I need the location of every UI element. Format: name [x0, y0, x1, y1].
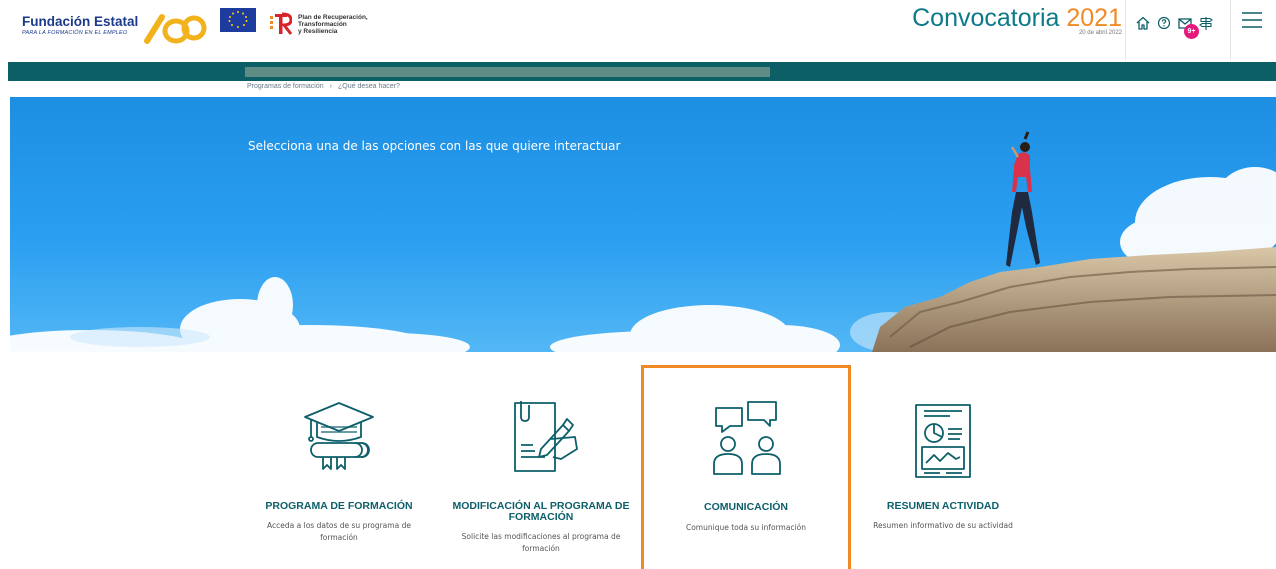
breadcrumb-separator: › [329, 83, 332, 90]
app-header: Fundación Estatal PARA LA FORMACIÓN EN E… [0, 0, 1276, 60]
header-divider [1125, 0, 1126, 60]
breadcrumb: Programas de formación › ¿Qué desea hace… [247, 83, 400, 90]
hero-instruction: Selecciona una de las opciones con las q… [248, 139, 621, 153]
convocatoria-block: Convocatoria 2021 20 de abril 2022 [912, 4, 1122, 36]
notification-badge: 9+ [1184, 24, 1199, 39]
help-icon[interactable] [1153, 12, 1174, 34]
breadcrumb-item-programas[interactable]: Programas de formación [247, 83, 324, 90]
card-resumen-actividad[interactable]: RESUMEN ACTIVIDAD Resumen informativo de… [838, 365, 1048, 569]
card-description: Comunique toda su información [685, 523, 807, 532]
document-signing-icon [514, 401, 578, 472]
card-description: Resumen informativo de su actividad [873, 521, 1013, 530]
prtr-text: Plan de Recuperación, Transformación y R… [298, 14, 368, 35]
home-icon[interactable] [1132, 12, 1153, 34]
convocatoria-title: Convocatoria 2021 [912, 4, 1122, 32]
breadcrumb-item-current: ¿Qué desea hacer? [338, 83, 400, 90]
people-chat-icon [713, 401, 781, 475]
header-divider [1230, 0, 1231, 60]
header-actions [1132, 12, 1216, 34]
card-description: Acceda a los datos de su programa de for… [267, 521, 411, 542]
hiker-figure [1006, 131, 1040, 267]
convocatoria-label: Convocatoria [912, 4, 1060, 32]
card-title: PROGRAMA DE FORMACIÓN [265, 500, 413, 512]
card-programa-formacion[interactable]: PROGRAMA DE FORMACIÓN Acceda a los datos… [234, 365, 444, 569]
hero-banner: Selecciona una de las opciones con las q… [10, 97, 1276, 352]
100-anniversary-logo [144, 14, 207, 44]
card-title: MODIFICACIÓN AL PROGRAMA DE FORMACIÓN [452, 500, 630, 523]
eu-logo [220, 8, 256, 32]
prtr-line-3: y Resiliencia [298, 28, 338, 35]
prtr-line-2: Transformación [298, 21, 347, 28]
card-comunicacion[interactable]: COMUNICACIÓN Comunique toda su informaci… [641, 365, 851, 569]
card-description: Solicite las modificaciones al programa … [461, 532, 621, 553]
convocatoria-year: 2021 [1066, 4, 1122, 32]
top-band-bar [245, 67, 770, 77]
brand-name: Fundación Estatal [22, 14, 139, 29]
brand-subtitle: PARA LA FORMACIÓN EN EL EMPLEO [22, 30, 128, 36]
hamburger-menu-icon[interactable] [1240, 10, 1264, 35]
prtr-logo: Plan de Recuperación, Transformación y R… [270, 12, 368, 36]
prtr-line-1: Plan de Recuperación, [298, 14, 368, 21]
card-title: COMUNICACIÓN [704, 501, 788, 513]
hero-background [10, 131, 1276, 352]
graduation-cap-icon [304, 402, 374, 470]
prtr-mark-icon [270, 12, 292, 35]
report-chart-icon [915, 404, 971, 478]
card-modificacion-programa[interactable]: MODIFICACIÓN AL PROGRAMA DE FORMACIÓN So… [436, 365, 646, 569]
fundae-logo[interactable]: Fundación Estatal PARA LA FORMACIÓN EN E… [22, 14, 138, 36]
card-title: RESUMEN ACTIVIDAD [886, 500, 1000, 512]
